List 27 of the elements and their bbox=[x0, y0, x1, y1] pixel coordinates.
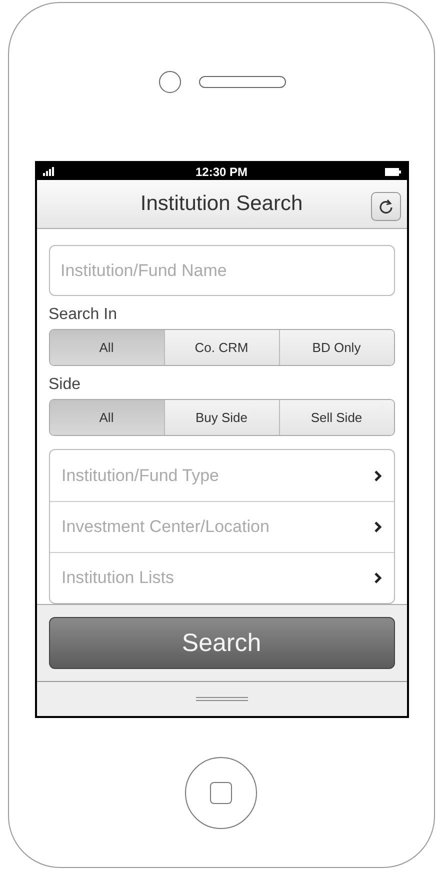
battery-icon bbox=[384, 168, 400, 176]
speaker-icon bbox=[199, 76, 286, 88]
segment-option[interactable]: Buy Side bbox=[164, 400, 278, 435]
refresh-icon bbox=[378, 199, 392, 214]
signal-icon bbox=[42, 167, 56, 176]
grip-handle[interactable] bbox=[196, 697, 248, 701]
chevron-right-icon bbox=[374, 572, 382, 584]
segment-option[interactable]: Co. CRM bbox=[164, 330, 278, 365]
chevron-right-icon bbox=[374, 521, 382, 533]
section-label: Search In bbox=[48, 306, 118, 324]
segment-option[interactable]: Sell Side bbox=[278, 400, 394, 435]
segment-option[interactable]: BD Only bbox=[278, 330, 394, 365]
nav-title: Institution Search bbox=[140, 192, 303, 216]
search-button[interactable]: Search bbox=[48, 617, 394, 669]
segment-option[interactable]: All bbox=[50, 330, 164, 365]
segment-option[interactable]: All bbox=[50, 400, 164, 435]
home-button[interactable] bbox=[184, 756, 256, 828]
filter-label: Investment Center/Location bbox=[62, 517, 270, 537]
filter-label: Institution Lists bbox=[62, 568, 174, 588]
camera-icon bbox=[159, 71, 181, 93]
refresh-button[interactable] bbox=[370, 192, 400, 221]
chevron-right-icon bbox=[374, 470, 382, 482]
filter-label: Institution/Fund Type bbox=[62, 466, 220, 486]
home-square-icon bbox=[210, 782, 232, 804]
section-label: Side bbox=[48, 376, 82, 394]
search-field[interactable]: Institution/Fund Name bbox=[48, 245, 394, 296]
status-time: 12:30 PM bbox=[195, 164, 248, 178]
